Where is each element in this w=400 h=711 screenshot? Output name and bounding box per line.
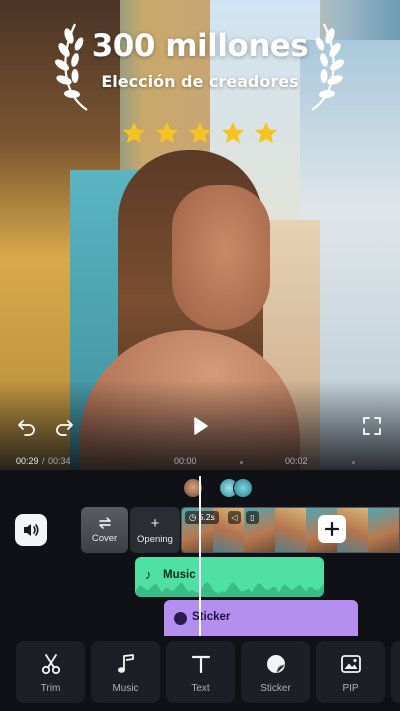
music-note-icon [115, 651, 137, 677]
opening-button[interactable]: + Opening [130, 507, 180, 553]
sticker-button[interactable]: Sticker [241, 641, 310, 703]
current-time: 00:29 [16, 456, 39, 466]
timeline-mark: 00:00 [174, 456, 197, 466]
waveform [135, 582, 324, 597]
clip-frame [368, 508, 399, 552]
add-clip-button[interactable] [318, 515, 346, 543]
transition-markers [183, 478, 253, 498]
time-row: 00:29 / 00:34 00:00 00:02 [0, 456, 400, 470]
music-label: Music [112, 682, 139, 694]
clip-frame [275, 508, 306, 552]
sticker-label: Sticker [260, 682, 291, 694]
speaker-icon [24, 524, 39, 536]
sticker-icon [265, 651, 287, 677]
sticker-track-label: Sticker [192, 611, 231, 623]
scissors-icon [40, 651, 62, 677]
cover-button[interactable]: Cover [81, 507, 128, 553]
clip-marker[interactable] [233, 478, 253, 498]
clip-duration-badge: ◷ 5.2s [185, 511, 219, 524]
clock-icon: ◷ [189, 512, 197, 522]
text-icon [190, 651, 212, 677]
star-icon [254, 121, 278, 144]
clip-duration: 5.2s [198, 512, 215, 522]
star-icon [221, 121, 245, 144]
timeline-dot [352, 461, 355, 464]
music-note-icon: ♪ [145, 567, 152, 582]
timeline-mark: 00:02 [285, 456, 308, 466]
filter-icon: ▯ [246, 511, 259, 524]
hero-title: 300 millones [91, 28, 309, 64]
redo-icon[interactable] [52, 414, 76, 438]
picture-in-picture-icon [340, 651, 362, 677]
plus-icon: + [150, 514, 160, 532]
hero-banner: 300 millones Elección de creadores [0, 28, 400, 91]
star-icon [155, 121, 179, 144]
music-track-label: Music [163, 569, 196, 581]
playhead[interactable] [199, 476, 201, 636]
play-icon[interactable] [188, 414, 212, 438]
rating-stars [121, 120, 279, 146]
sticker-icon [174, 612, 187, 625]
clip-status-icons: ◁ ▯ [228, 511, 259, 524]
timeline-dot [240, 461, 243, 464]
opening-label: Opening [137, 533, 173, 545]
star-icon [188, 121, 212, 144]
plus-icon [325, 522, 339, 536]
undo-icon[interactable] [15, 414, 39, 438]
text-label: Text [191, 682, 210, 694]
fullscreen-icon[interactable] [360, 414, 384, 438]
cover-label: Cover [91, 533, 118, 544]
more-tools-peek[interactable] [391, 641, 400, 703]
text-button[interactable]: Text [166, 641, 235, 703]
time-separator: / [42, 456, 45, 466]
pip-label: PIP [342, 682, 359, 694]
trim-label: Trim [40, 682, 61, 694]
sticker-track[interactable]: Sticker [164, 600, 358, 636]
subject-face [172, 185, 270, 330]
swap-icon [98, 517, 111, 529]
pip-button[interactable]: PIP [316, 641, 385, 703]
mute-audio-button[interactable] [15, 514, 47, 546]
music-track[interactable]: ♪ Music [135, 557, 324, 597]
trim-button[interactable]: Trim [16, 641, 85, 703]
hero-subtitle: Elección de creadores [101, 72, 299, 91]
volume-icon: ◁ [228, 511, 241, 524]
star-icon [122, 121, 146, 144]
total-duration: 00:34 [48, 456, 71, 466]
bottom-toolbar: Trim Music Text Sticker PIP [0, 636, 400, 711]
music-button[interactable]: Music [91, 641, 160, 703]
